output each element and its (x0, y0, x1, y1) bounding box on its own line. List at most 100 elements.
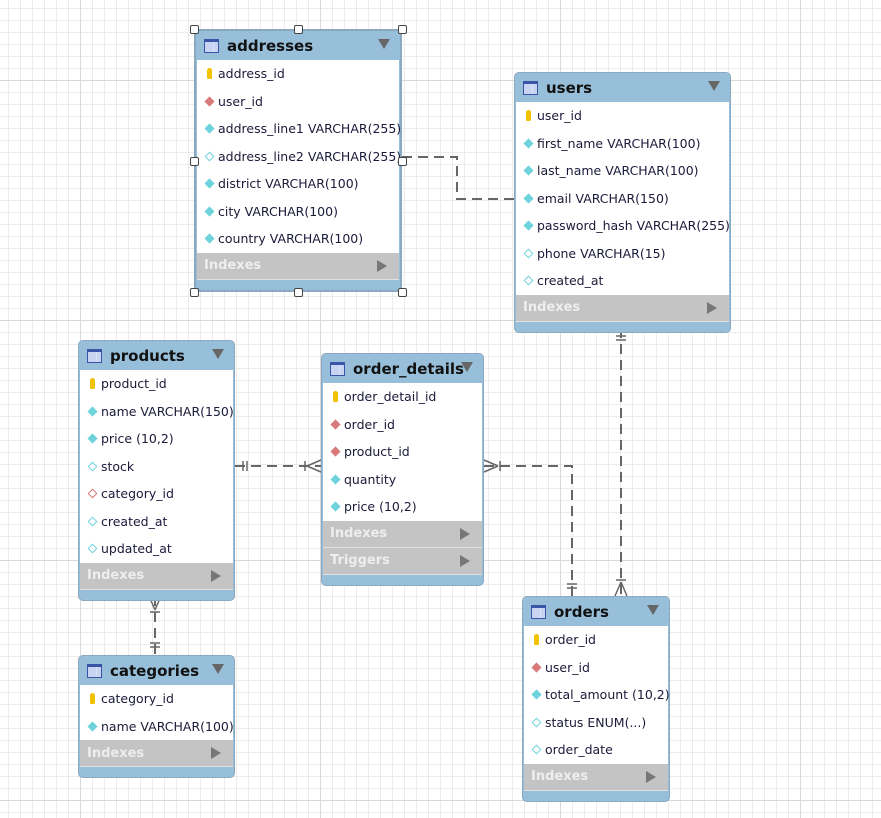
collapse-triangle-icon[interactable] (212, 349, 224, 359)
key-glyph (332, 391, 338, 403)
table-orders[interactable]: orders order_id user_id total_amount (10,2)… (522, 596, 670, 802)
table-icon (531, 604, 546, 619)
column-row[interactable]: name VARCHAR(150) (80, 398, 234, 426)
column-row[interactable]: order_date (524, 736, 668, 764)
diamond-glyph (330, 501, 340, 512)
diamond-glyph (87, 461, 97, 472)
table-header[interactable]: addresses (196, 31, 400, 60)
section-indexes[interactable]: Indexes (524, 763, 668, 791)
column-row[interactable]: stock (80, 453, 233, 481)
table-header[interactable]: categories (79, 656, 234, 685)
resize-handle[interactable] (398, 25, 407, 34)
expand-arrow-icon[interactable] (377, 259, 387, 272)
table-header[interactable]: users (515, 73, 730, 102)
column-row[interactable]: created_at (516, 267, 729, 295)
column-row[interactable]: quantity (323, 466, 482, 494)
table-icon (87, 348, 102, 363)
table-products[interactable]: products product_idname VARCHAR(150) price… (78, 340, 235, 601)
column-row[interactable]: name VARCHAR(100) (80, 713, 234, 741)
column-row[interactable]: category_id (80, 685, 233, 713)
section-triggers[interactable]: Triggers (323, 547, 482, 575)
column-row[interactable]: country VARCHAR(100) (197, 225, 399, 253)
resize-handle[interactable] (294, 25, 303, 34)
table-header[interactable]: orders (523, 597, 669, 626)
column-name: user_id (537, 108, 582, 124)
collapse-triangle-icon[interactable] (212, 664, 224, 674)
collapse-triangle-icon[interactable] (378, 39, 390, 49)
table-name: order_details (353, 359, 464, 378)
diamond-glyph (87, 406, 97, 417)
column-name: name VARCHAR(150) (101, 403, 234, 419)
resize-handle[interactable] (294, 288, 303, 297)
column-row[interactable]: category_id (80, 480, 233, 508)
column-row[interactable]: password_hash VARCHAR(255) (516, 212, 730, 240)
column-row[interactable]: address_line1 VARCHAR(255) (197, 115, 401, 143)
table-icon (87, 663, 102, 678)
column-name: category_id (101, 486, 174, 502)
column-row[interactable]: first_name VARCHAR(100) (516, 130, 729, 158)
table-users[interactable]: users user_id first_name VARCHAR(100) last_… (514, 72, 731, 333)
column-row[interactable]: price (10,2) (323, 493, 482, 521)
column-row[interactable]: email VARCHAR(150) (516, 185, 729, 213)
column-row[interactable]: city VARCHAR(100) (197, 198, 399, 226)
collapse-triangle-icon[interactable] (647, 605, 659, 615)
diamond-glyph (204, 96, 214, 107)
column-name: order_id (545, 632, 596, 648)
column-row[interactable]: phone VARCHAR(15) (516, 240, 729, 268)
expand-arrow-icon[interactable] (211, 569, 221, 582)
diamond-glyph (204, 151, 214, 162)
expand-arrow-icon[interactable] (707, 301, 717, 314)
column-name: last_name VARCHAR(100) (537, 163, 699, 179)
column-row[interactable]: district VARCHAR(100) (197, 170, 399, 198)
table-header[interactable]: order_details (322, 354, 483, 383)
column-row[interactable]: address_line2 VARCHAR(255) (197, 143, 401, 171)
column-row[interactable]: user_id (197, 88, 399, 116)
not-null-column-icon (522, 220, 534, 232)
section-indexes[interactable]: Indexes (516, 294, 729, 322)
resize-handle[interactable] (190, 156, 199, 166)
column-row[interactable]: total_amount (10,2) (524, 681, 670, 709)
collapse-triangle-icon[interactable] (708, 81, 720, 91)
column-row[interactable]: price (10,2) (80, 425, 233, 453)
expand-arrow-icon[interactable] (646, 770, 656, 783)
column-row[interactable]: created_at (80, 508, 233, 536)
primary-key-icon (86, 378, 98, 390)
table-addresses[interactable]: addresses address_id user_id address_line1 … (194, 29, 402, 292)
column-row[interactable]: updated_at (80, 535, 233, 563)
expand-arrow-icon[interactable] (460, 527, 470, 540)
column-row[interactable]: address_id (197, 60, 399, 88)
column-row[interactable]: order_id (323, 411, 482, 439)
column-name: address_id (218, 66, 285, 82)
nullable-column-icon (203, 150, 215, 162)
diamond-glyph (87, 516, 97, 527)
not-null-column-icon (530, 689, 542, 701)
not-null-column-icon (329, 501, 341, 513)
resize-handle[interactable] (190, 25, 199, 34)
column-row[interactable]: last_name VARCHAR(100) (516, 157, 729, 185)
resize-handle[interactable] (190, 288, 199, 297)
nullable-column-icon (86, 543, 98, 555)
primary-key-icon (522, 110, 534, 122)
section-indexes[interactable]: Indexes (80, 562, 233, 590)
collapse-triangle-icon[interactable] (461, 362, 473, 372)
column-row[interactable]: product_id (80, 370, 233, 398)
expand-arrow-icon[interactable] (211, 747, 221, 759)
column-name: name VARCHAR(100) (101, 718, 234, 734)
table-order_details[interactable]: order_details order_detail_id order_id prod… (321, 353, 484, 586)
section-indexes[interactable]: Indexes (80, 740, 233, 767)
table-header[interactable]: products (79, 341, 234, 370)
column-row[interactable]: user_id (516, 102, 729, 130)
resize-handle[interactable] (398, 156, 407, 166)
column-name: stock (101, 458, 135, 474)
expand-arrow-icon[interactable] (460, 554, 470, 567)
column-row[interactable]: status ENUM(...) (524, 709, 668, 737)
column-row[interactable]: product_id (323, 438, 482, 466)
section-indexes[interactable]: Indexes (197, 252, 399, 280)
column-row[interactable]: user_id (524, 654, 668, 682)
table-categories[interactable]: categories category_idname VARCHAR(100) In… (78, 655, 235, 778)
resize-handle[interactable] (398, 288, 407, 297)
key-glyph (89, 378, 95, 390)
column-row[interactable]: order_detail_id (323, 383, 482, 411)
section-indexes[interactable]: Indexes (323, 520, 482, 548)
column-row[interactable]: order_id (524, 626, 668, 654)
